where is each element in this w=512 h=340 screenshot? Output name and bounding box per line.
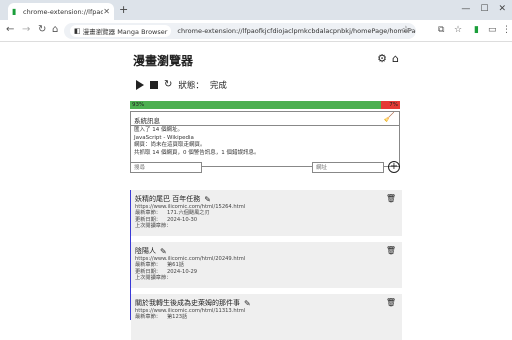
trash-icon[interactable]: 🗑 bbox=[386, 194, 396, 203]
home-icon[interactable]: ⌂ bbox=[52, 24, 58, 35]
manga-title[interactable]: 妖精的尾巴 百年任務 bbox=[135, 194, 200, 204]
gear-icon[interactable]: ⚙ bbox=[377, 52, 387, 65]
system-message-heading: 系統訊息 bbox=[134, 117, 160, 125]
extension-bookmark-icon[interactable]: ▮ bbox=[474, 25, 479, 35]
latest-chapter-value: 第61話 bbox=[166, 262, 184, 269]
trash-icon[interactable]: 🗑 bbox=[386, 246, 396, 255]
updated-date-label: 更新日期： bbox=[135, 216, 161, 223]
reload-icon[interactable]: ↻ bbox=[38, 24, 46, 35]
manga-browser-page: 漫畫瀏覽器 ⚙ ⌂ ↻ 狀態： 完成 93% 7% 系統訊息 🧹 匯入了 14 … bbox=[130, 42, 402, 340]
edit-pencil-icon[interactable]: ✎ bbox=[244, 299, 251, 308]
search-row: + bbox=[130, 161, 402, 176]
last-read-label: 上次閱讀章節： bbox=[135, 275, 172, 282]
manga-title[interactable]: 關於我轉生後成為史萊姆的那件事 bbox=[135, 298, 240, 308]
address-url: chrome-extension://lfpaofkjcfdiojaclpmkc… bbox=[177, 27, 416, 35]
site-chip[interactable]: ◧ 漫畫瀏覽器 Manga Browser bbox=[70, 25, 172, 37]
refresh-icon[interactable]: ↻ bbox=[164, 80, 172, 90]
minimize-icon[interactable]: — bbox=[461, 4, 470, 14]
trash-icon[interactable]: 🗑 bbox=[386, 298, 396, 307]
new-tab-icon[interactable]: + bbox=[119, 3, 128, 16]
latest-chapter-label: 最新章節： bbox=[135, 262, 161, 269]
extension-icon: ◧ bbox=[74, 27, 81, 35]
latest-chapter-value: 171.六個颶風之刃 bbox=[166, 210, 210, 217]
star-icon[interactable]: ☆ bbox=[454, 25, 462, 35]
tab-title: chrome-extension://lfpaofkj bbox=[23, 7, 104, 16]
sidebar-icon[interactable]: ▭ bbox=[488, 25, 497, 35]
site-chip-label: 漫畫瀏覽器 Manga Browser bbox=[82, 28, 168, 36]
system-message-header: 系統訊息 🧹 bbox=[131, 112, 399, 126]
menu-icon[interactable]: ⋮ bbox=[502, 25, 511, 35]
clear-messages-icon[interactable]: 🧹 bbox=[384, 113, 395, 123]
bookmark-star-icon[interactable]: ☆ bbox=[402, 25, 410, 35]
tab-strip: ▮ chrome-extension://lfpaofkj ✕ + — ☐ ✕ bbox=[0, 0, 512, 20]
last-read-label: 上次閱讀章節： bbox=[135, 223, 172, 230]
system-message-line: 網頁：尚未在這頁取走網頁。 bbox=[134, 142, 206, 148]
latest-chapter-label: 最新章節： bbox=[135, 210, 161, 217]
back-icon[interactable]: ← bbox=[6, 24, 14, 35]
browser-toolbar: ← → ↻ ⌂ ◧ 漫畫瀏覽器 Manga Browser chrome-ext… bbox=[0, 20, 512, 42]
play-icon[interactable] bbox=[136, 80, 144, 90]
home-icon[interactable]: ⌂ bbox=[392, 52, 399, 65]
system-message-line: 共抓取 14 個網頁，0 個警告訊息，1 個錯誤訊息。 bbox=[134, 149, 260, 156]
url-input[interactable] bbox=[312, 162, 384, 173]
forward-icon[interactable]: → bbox=[22, 24, 30, 35]
manga-title-row: 關於我轉生後成為史萊姆的那件事 ✎ bbox=[135, 298, 396, 308]
close-window-icon[interactable]: ✕ bbox=[498, 4, 506, 14]
manga-title-row: 妖精的尾巴 百年任務 ✎ bbox=[135, 194, 396, 204]
browser-tab[interactable]: ▮ chrome-extension://lfpaofkj ✕ bbox=[8, 3, 114, 20]
status-label: 狀態： bbox=[178, 81, 204, 91]
maximize-icon[interactable]: ☐ bbox=[480, 4, 488, 14]
add-url-button[interactable]: + bbox=[388, 161, 400, 173]
manga-card[interactable]: 陰陽人 ✎ 🗑 https://www.ilicomic.com/html/20… bbox=[131, 242, 402, 288]
system-message-lines: 匯入了 14 個網址。 JavaScript - Wikipedia 網頁：尚未… bbox=[131, 126, 399, 158]
edit-pencil-icon[interactable]: ✎ bbox=[204, 195, 211, 204]
progress-fill bbox=[130, 101, 382, 109]
page-title: 漫畫瀏覽器 bbox=[133, 54, 194, 68]
manga-card[interactable]: 妖精的尾巴 百年任務 ✎ 🗑 https://www.ilicomic.com/… bbox=[131, 190, 402, 236]
address-bar[interactable]: ◧ 漫畫瀏覽器 Manga Browser chrome-extension:/… bbox=[64, 23, 416, 39]
manga-title[interactable]: 陰陽人 bbox=[135, 246, 156, 256]
close-tab-icon[interactable]: ✕ bbox=[103, 7, 110, 16]
manga-card[interactable]: 關於我轉生後成為史萊姆的那件事 ✎ 🗑 https://www.ilicomic… bbox=[131, 294, 402, 340]
updated-date-value: 2024-10-30 bbox=[166, 216, 198, 223]
manga-title-row: 陰陽人 ✎ bbox=[135, 246, 396, 256]
updated-date-label: 更新日期： bbox=[135, 268, 161, 275]
search-input[interactable] bbox=[130, 162, 202, 173]
manga-list: 妖精的尾巴 百年任務 ✎ 🗑 https://www.ilicomic.com/… bbox=[130, 190, 402, 340]
translate-icon[interactable]: ⧉ bbox=[438, 25, 444, 35]
stop-icon[interactable] bbox=[150, 81, 158, 89]
header: 漫畫瀏覽器 ⚙ ⌂ bbox=[133, 52, 401, 68]
system-message-line: JavaScript - Wikipedia bbox=[134, 134, 194, 141]
control-bar: ↻ 狀態： 完成 bbox=[136, 79, 227, 91]
system-message-line: 匯入了 14 個網址。 bbox=[134, 127, 183, 133]
progress-right-text: 7% bbox=[389, 102, 398, 108]
updated-date-value: 2024-10-29 bbox=[166, 268, 198, 275]
progress-left-text: 93% bbox=[132, 102, 145, 108]
edit-pencil-icon[interactable]: ✎ bbox=[160, 247, 167, 256]
status-value: 完成 bbox=[209, 81, 227, 91]
bookmark-favicon-icon: ▮ bbox=[12, 6, 17, 16]
window-controls: — ☐ ✕ bbox=[461, 4, 506, 14]
progress-bar: 93% 7% bbox=[130, 101, 400, 109]
system-message-box: 系統訊息 🧹 匯入了 14 個網址。 JavaScript - Wikipedi… bbox=[130, 111, 400, 167]
